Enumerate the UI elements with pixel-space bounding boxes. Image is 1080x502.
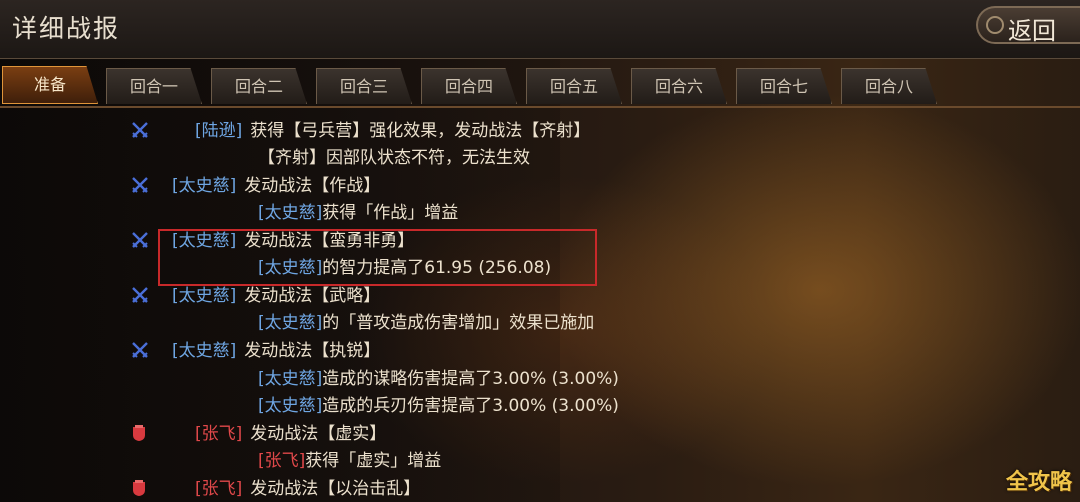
log-text: 发动战法【虚实】 [250,424,387,444]
tab-round-1[interactable]: 回合一 [106,68,202,104]
crossed-swords-icon [131,121,151,141]
log-entry: [太史慈] 发动战法【武略】 [172,283,380,309]
general-name: [陆逊] [195,121,243,141]
log-text: 获得【弓兵营】强化效果，发动战法【齐射】 [250,121,591,141]
crossed-swords-icon [131,176,151,196]
tab-round-2[interactable]: 回合二 [211,68,307,104]
log-entry: [太史慈]的智力提高了61.95 (256.08) [258,255,551,281]
log-entry: [张飞] 发动战法【虚实】 [195,421,386,447]
tab-round-3[interactable]: 回合三 [316,68,412,104]
log-text: 发动战法【作战】 [244,176,381,196]
log-entry: [张飞] 发动战法【以治击乱】 [195,476,420,502]
watermark-logo: 全攻略 [1005,470,1072,495]
log-entry: [张飞]获得「虚实」增益 [258,448,441,474]
tab-round-5[interactable]: 回合五 [526,68,622,104]
general-name: [太史慈] [258,396,323,416]
general-name: [张飞] [195,424,243,444]
general-name: [太史慈] [258,203,323,223]
crossed-swords-icon [131,231,151,251]
general-name: [太史慈] [172,286,237,306]
crossed-swords-icon [131,286,151,306]
log-text: 【齐射】因部队状态不符，无法生效 [258,148,530,168]
log-entry: [太史慈]的「普攻造成伤害增加」效果已施加 [258,310,594,336]
log-entry: [太史慈] 发动战法【作战】 [172,173,380,199]
shield-icon [131,479,151,499]
log-text: 的「普攻造成伤害增加」效果已施加 [322,313,595,333]
shield-icon [131,424,151,444]
header-bar: 详细战报 返回 [0,0,1080,59]
back-button[interactable]: 返回 [976,6,1080,45]
tab-round-7[interactable]: 回合七 [736,68,832,104]
general-name: [太史慈] [258,369,323,389]
log-entry: [太史慈]造成的兵刃伤害提高了3.00% (3.00%) [258,393,619,419]
round-tabs: 准备 回合一 回合二 回合三 回合四 回合五 回合六 回合七 回合八 [0,64,1080,108]
tab-round-8[interactable]: 回合八 [841,68,937,104]
log-text: 发动战法【蛮勇非勇】 [244,231,415,251]
log-entry: [太史慈] 发动战法【执锐】 [172,338,380,364]
general-name: [太史慈] [172,341,237,361]
log-entry: 【齐射】因部队状态不符，无法生效 [258,145,530,171]
log-text: 发动战法【以治击乱】 [250,479,421,499]
log-text: 造成的兵刃伤害提高了3.00% (3.00%) [322,396,619,416]
log-text: 发动战法【执锐】 [244,341,381,361]
general-name: [张飞] [195,479,243,499]
log-entry: [太史慈] 发动战法【蛮勇非勇】 [172,228,414,254]
log-entry: [太史慈]获得「作战」增益 [258,200,458,226]
tab-prepare[interactable]: 准备 [2,66,98,104]
log-text: 造成的谋略伤害提高了3.00% (3.00%) [322,369,619,389]
tab-round-6[interactable]: 回合六 [631,68,727,104]
tab-round-4[interactable]: 回合四 [421,68,517,104]
crossed-swords-icon [131,341,151,361]
log-text: 的智力提高了61.95 (256.08) [322,258,552,278]
general-name: [太史慈] [172,231,237,251]
page-title: 详细战报 [12,14,121,43]
log-text: 发动战法【武略】 [244,286,381,306]
general-name: [太史慈] [258,313,323,333]
general-name: [太史慈] [172,176,237,196]
log-entry: [太史慈]造成的谋略伤害提高了3.00% (3.00%) [258,366,619,392]
log-entry: [陆逊] 获得【弓兵营】强化效果，发动战法【齐射】 [195,118,590,144]
log-text: 获得「虚实」增益 [305,451,442,471]
log-text: 获得「作战」增益 [322,203,459,223]
general-name: [张飞] [258,451,306,471]
general-name: [太史慈] [258,258,323,278]
back-label: 返回 [1008,17,1056,45]
back-ornament-icon [986,16,1004,34]
